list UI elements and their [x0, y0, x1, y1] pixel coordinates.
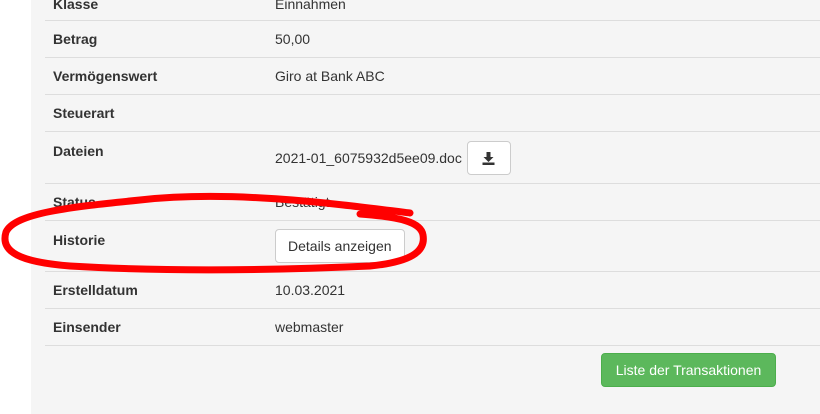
file-name-link[interactable]: 2021-01_6075932d5ee09.doc: [275, 150, 462, 166]
value-klasse: Einnahmen: [266, 0, 820, 21]
row-einsender: Einsender webmaster: [45, 308, 820, 346]
value-einsender: webmaster: [266, 308, 820, 346]
label-dateien: Dateien: [45, 131, 266, 184]
download-icon: [482, 151, 495, 165]
row-klasse: Klasse Einnahmen: [45, 0, 820, 21]
label-vermoegenswert: Vermögenswert: [45, 57, 266, 95]
row-steuerart: Steuerart: [45, 94, 820, 132]
label-steuerart: Steuerart: [45, 94, 266, 132]
download-button[interactable]: [466, 141, 511, 175]
value-status: Bestätigt: [266, 183, 820, 221]
row-erstelldatum: Erstelldatum 10.03.2021: [45, 271, 820, 309]
label-erstelldatum: Erstelldatum: [45, 271, 266, 309]
row-historie: Historie Details anzeigen: [45, 220, 820, 272]
row-status: Status Bestätigt: [45, 183, 820, 221]
label-betrag: Betrag: [45, 20, 266, 58]
label-historie: Historie: [45, 220, 266, 272]
details-anzeigen-button[interactable]: Details anzeigen: [275, 228, 405, 263]
label-klasse: Klasse: [45, 0, 266, 21]
row-dateien: Dateien 2021-01_6075932d5ee09.doc: [45, 131, 820, 184]
transactions-list-button[interactable]: Liste der Transaktionen: [601, 353, 776, 387]
row-vermoegenswert: Vermögenswert Giro at Bank ABC: [45, 57, 820, 95]
value-erstelldatum: 10.03.2021: [266, 271, 820, 309]
label-status: Status: [45, 183, 266, 221]
value-dateien: 2021-01_6075932d5ee09.doc: [266, 131, 820, 184]
value-historie: Details anzeigen: [266, 220, 820, 272]
label-einsender: Einsender: [45, 308, 266, 346]
value-steuerart: [266, 94, 820, 132]
row-betrag: Betrag 50,00: [45, 20, 820, 58]
value-betrag: 50,00: [266, 20, 820, 58]
value-vermoegenswert: Giro at Bank ABC: [266, 57, 820, 95]
transaction-details-table: Klasse Einnahmen Betrag 50,00 Vermögensw…: [45, 0, 820, 346]
